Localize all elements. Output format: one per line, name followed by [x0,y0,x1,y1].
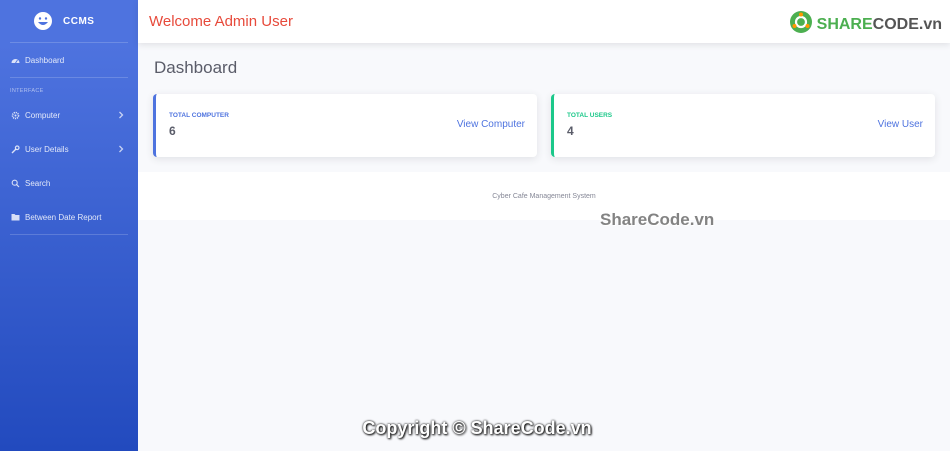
card-total-users: TOTAL USERS 4 View User [551,94,935,157]
card-label: TOTAL USERS [567,112,613,119]
sidebar-item-between-date-report[interactable]: Between Date Report [0,200,138,234]
sidebar-item-label: User Details [25,144,69,154]
card-total-computer: TOTAL COMPUTER 6 View Computer [153,94,537,157]
sidebar-item-label: Search [25,178,51,188]
gear-icon [10,110,20,120]
sidebar-item-label: Computer [25,110,61,120]
card-label: TOTAL COMPUTER [169,112,229,119]
logo-part-share: SHARE [816,15,873,33]
sidebar-item-user-details[interactable]: User Details [0,132,138,166]
sidebar-divider [10,77,128,78]
search-icon [10,178,20,188]
footer: Cyber Cafe Management System [138,172,950,220]
sidebar-divider [10,234,128,235]
chevron-right-icon [116,110,126,120]
view-computer-link[interactable]: View Computer [457,119,525,130]
welcome-text: Welcome Admin User [149,13,293,30]
folder-icon [10,212,20,222]
watermark-middle: ShareCode.vn [600,210,715,229]
sharecode-logo-text: SHARECODE.vn [817,16,942,34]
topbar: Welcome Admin User SHARECODE.vn [138,0,950,43]
sharecode-logo: SHARECODE.vn [789,10,942,39]
card-value: 4 [567,124,574,138]
sidebar-item-search[interactable]: Search [0,166,138,200]
sidebar-brand[interactable]: CCMS [0,0,138,42]
brand-name: CCMS [63,15,95,27]
sidebar-item-dashboard[interactable]: Dashboard [0,43,138,77]
chevron-right-icon [116,144,126,154]
wrench-icon [10,144,20,154]
sidebar-heading-interface: INTERFACE [10,88,44,94]
sharecode-logo-icon [789,10,813,39]
sidebar-item-label: Dashboard [25,55,65,65]
sidebar: CCMS Dashboard INTERFACE Computer User D… [0,0,138,451]
watermark-bottom: Copyright © ShareCode.vn [362,418,592,438]
laugh-icon [33,11,53,31]
view-user-link[interactable]: View User [878,119,923,130]
dashboard-icon [10,55,20,65]
logo-part-code: CODE.vn [872,15,942,33]
card-value: 6 [169,124,176,138]
page-title: Dashboard [154,58,238,77]
sidebar-item-label: Between Date Report [25,212,102,222]
sidebar-item-computer[interactable]: Computer [0,98,138,132]
footer-text: Cyber Cafe Management System [492,192,596,200]
